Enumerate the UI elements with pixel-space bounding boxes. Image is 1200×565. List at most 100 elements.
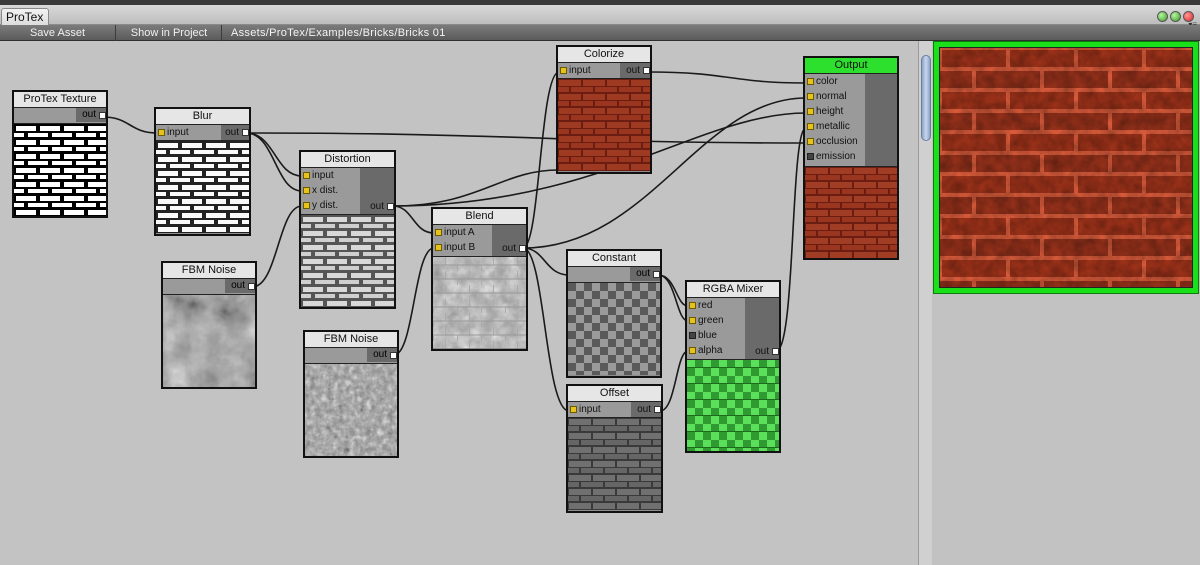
input-port-x-dist[interactable]: x dist. <box>301 183 360 198</box>
output-port[interactable]: out <box>626 64 650 77</box>
node-protex-texture[interactable]: ProTex Texture out <box>12 90 108 218</box>
node-fbm-noise-2[interactable]: FBM Noise out <box>303 330 399 458</box>
in-port-icon[interactable] <box>560 67 567 74</box>
node-title: Output <box>805 58 897 74</box>
node-distortion[interactable]: Distortion input x dist. y dist. out <box>299 150 396 309</box>
node-offset[interactable]: Offset input out <box>566 384 663 513</box>
input-port-a[interactable]: input A <box>433 225 492 240</box>
port-label: occlusion <box>816 136 858 147</box>
port-area: color normal height metallic occlusion e… <box>805 74 897 166</box>
port-label: blue <box>698 330 717 341</box>
input-port-normal[interactable]: normal <box>805 89 865 104</box>
in-port-icon[interactable] <box>303 172 310 179</box>
node-blend[interactable]: Blend input A input B out <box>431 207 528 351</box>
in-port-icon[interactable] <box>689 302 696 309</box>
in-port-icon[interactable] <box>303 202 310 209</box>
in-port-icon[interactable] <box>435 244 442 251</box>
out-port-icon[interactable] <box>390 351 397 359</box>
out-port-icon[interactable] <box>643 67 650 74</box>
out-port-icon[interactable] <box>654 406 661 413</box>
input-port-blue[interactable]: blue <box>687 328 745 343</box>
in-port-icon[interactable] <box>807 123 814 130</box>
in-port-icon[interactable] <box>807 93 814 100</box>
output-port[interactable]: out <box>370 200 394 213</box>
in-port-icon[interactable] <box>689 332 696 339</box>
output-port[interactable]: out <box>502 242 526 255</box>
output-port[interactable]: out <box>630 267 660 281</box>
node-constant[interactable]: Constant out <box>566 249 662 378</box>
out-port-icon[interactable] <box>99 111 106 119</box>
input-port-input[interactable]: input <box>568 402 631 417</box>
output-port[interactable]: out <box>637 403 661 416</box>
output-preview-image <box>939 47 1193 288</box>
input-port-input[interactable]: input <box>558 63 620 78</box>
out-port-icon[interactable] <box>653 270 660 278</box>
preview-thumbnail <box>163 294 255 388</box>
input-port-y-dist[interactable]: y dist. <box>301 198 360 213</box>
in-port-icon[interactable] <box>689 317 696 324</box>
port-label: input <box>312 170 334 181</box>
port-area: input out <box>568 402 661 417</box>
out-label: out <box>225 127 239 138</box>
out-label: out <box>370 201 384 212</box>
input-port-green[interactable]: green <box>687 313 745 328</box>
in-port-icon[interactable] <box>303 187 310 194</box>
tab-bar: ProTex ▾≡ <box>0 5 1200 29</box>
in-port-icon[interactable] <box>807 153 814 160</box>
node-title: RGBA Mixer <box>687 282 779 298</box>
node-title: Colorize <box>558 47 650 63</box>
output-port[interactable]: out <box>76 108 106 122</box>
input-port-input[interactable]: input <box>156 125 221 140</box>
in-port-icon[interactable] <box>807 78 814 85</box>
node-title: Constant <box>568 251 660 267</box>
preview-panel <box>932 41 1200 565</box>
graph-vertical-scrollbar[interactable] <box>918 41 932 565</box>
scrollbar-thumb[interactable] <box>921 55 931 141</box>
wire-constant-to-rgba-green <box>657 274 689 322</box>
wire-fbm1-to-distortion-ydist <box>251 205 303 288</box>
input-port-metallic[interactable]: metallic <box>805 119 865 134</box>
node-title: ProTex Texture <box>14 92 106 108</box>
in-port-icon[interactable] <box>570 406 577 413</box>
save-asset-button[interactable]: Save Asset <box>0 25 116 41</box>
in-port-icon[interactable] <box>158 129 165 136</box>
port-area: input A input B out <box>433 225 526 256</box>
preview-thumbnail <box>805 166 897 259</box>
input-port-red[interactable]: red <box>687 298 745 313</box>
input-port-b[interactable]: input B <box>433 240 492 255</box>
out-port-icon[interactable] <box>772 348 779 355</box>
output-port[interactable]: out <box>225 126 249 139</box>
node-output[interactable]: Output color normal height metallic occl… <box>803 56 899 260</box>
out-port-icon[interactable] <box>248 282 255 290</box>
port-area: red green blue alpha out <box>687 298 779 359</box>
input-port-emission[interactable]: emission <box>805 149 865 164</box>
out-label: out <box>755 346 769 357</box>
input-port-occlusion[interactable]: occlusion <box>805 134 865 149</box>
output-port[interactable]: out <box>755 345 779 358</box>
port-label: input <box>569 65 591 76</box>
input-port-color[interactable]: color <box>805 74 865 89</box>
output-port[interactable]: out <box>367 348 397 362</box>
in-port-icon[interactable] <box>435 229 442 236</box>
node-rgba-mixer[interactable]: RGBA Mixer red green blue alpha out <box>685 280 781 453</box>
port-label: normal <box>816 91 847 102</box>
minimize-icon[interactable] <box>1170 11 1181 22</box>
port-area: input out <box>558 63 650 78</box>
input-port-alpha[interactable]: alpha <box>687 343 745 358</box>
in-port-icon[interactable] <box>807 108 814 115</box>
out-port-icon[interactable] <box>519 245 526 252</box>
node-fbm-noise-1[interactable]: FBM Noise out <box>161 261 257 389</box>
out-port-icon[interactable] <box>242 129 249 136</box>
output-port[interactable]: out <box>225 279 255 293</box>
tab-protex[interactable]: ProTex <box>1 8 49 26</box>
node-colorize[interactable]: Colorize input out <box>556 45 652 174</box>
node-blur[interactable]: Blur input out <box>154 107 251 236</box>
maximize-icon[interactable] <box>1157 11 1168 22</box>
out-port-icon[interactable] <box>387 203 394 210</box>
show-in-project-button[interactable]: Show in Project <box>117 25 222 41</box>
wire-blend-to-constant <box>522 247 570 276</box>
in-port-icon[interactable] <box>807 138 814 145</box>
input-port-input[interactable]: input <box>301 168 360 183</box>
in-port-icon[interactable] <box>689 347 696 354</box>
input-port-height[interactable]: height <box>805 104 865 119</box>
